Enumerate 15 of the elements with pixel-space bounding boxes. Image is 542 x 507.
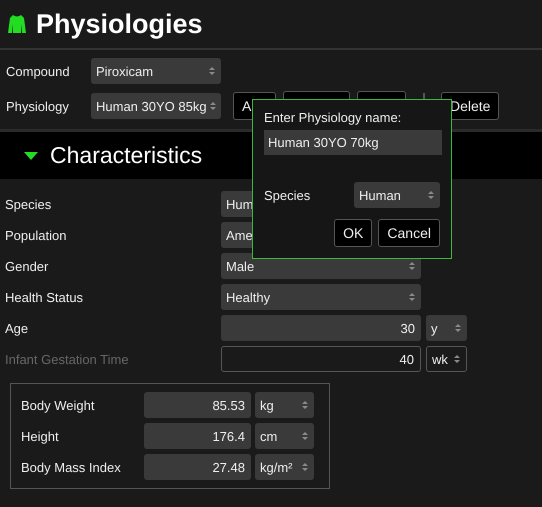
field-label: Height — [21, 428, 60, 444]
page-title: Physiologies — [36, 8, 203, 40]
dialog-prompt: Enter Physiology name: — [264, 110, 402, 125]
field-label: Body Mass Index — [21, 460, 122, 474]
field-label: Health Status — [5, 290, 84, 304]
field-label: Physiology — [6, 98, 70, 114]
field-label: Species — [264, 188, 310, 202]
field-label: Gender — [5, 258, 50, 274]
field-label: Body Weight — [21, 398, 96, 412]
field-label: Species — [5, 196, 52, 212]
field-label: Age — [5, 320, 30, 336]
field-label: Population — [5, 228, 68, 242]
section-title: Characteristics — [50, 142, 202, 169]
field-label: Infant Gestation Time — [5, 352, 130, 366]
field-label: Compound — [6, 64, 71, 78]
